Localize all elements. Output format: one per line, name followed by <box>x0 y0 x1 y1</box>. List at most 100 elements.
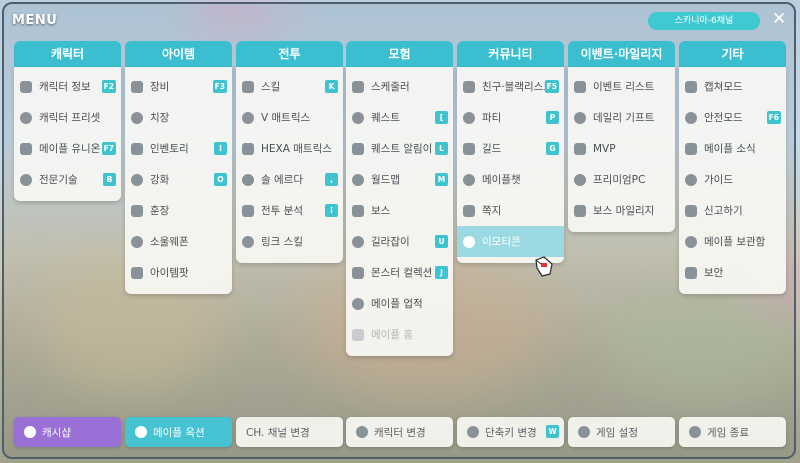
menu-item-label: 훈장 <box>150 205 170 217</box>
menu-item[interactable]: 퀘스트 [ <box>346 102 453 133</box>
menu-item[interactable]: 치장 <box>125 102 232 133</box>
bottom-button[interactable]: 게임 설정 <box>568 417 675 447</box>
menu-item-label: 신고하기 <box>704 205 743 217</box>
menu-column: 기타캡쳐모드안전모드 F6 메이플 소식가이드신고하기메이플 보관함 보안 <box>679 41 786 294</box>
menu-item[interactable]: 보안 <box>679 257 786 288</box>
column-header[interactable]: 전투 <box>236 41 343 67</box>
menu-item[interactable]: 메이플챗 <box>457 164 564 195</box>
hotkey-badge: J <box>435 266 448 279</box>
menu-item-label: 장비 <box>150 81 170 93</box>
menu-item-label: 인벤토리 <box>150 143 189 155</box>
menu-item[interactable]: 스킬 K <box>236 71 343 102</box>
security-icon <box>685 266 697 279</box>
menu-item[interactable]: 보스 마일리지 <box>568 195 675 226</box>
menu-item[interactable]: 캐릭터 프리셋 <box>14 102 121 133</box>
menu-item[interactable]: 스케줄러 <box>346 71 453 102</box>
menu-item[interactable]: 몬스터 컬렉션 J <box>346 257 453 288</box>
bottom-button[interactable]: 게임 종료 <box>679 417 786 447</box>
hotkey-badge: W <box>546 425 559 438</box>
column-body: 스케줄러 퀘스트 [퀘스트 알림이 L 월드맵 M 보스 길라잡이 U 몬스터 컬렉션 J 메이플 업… <box>346 67 453 356</box>
menu-item-label: 가이드 <box>704 174 733 186</box>
hotkey-badge: O <box>214 173 227 186</box>
column-header[interactable]: 캐릭터 <box>14 41 121 67</box>
menu-item[interactable]: 안전모드 F6 <box>679 102 786 133</box>
menu-item[interactable]: 아이템팟 <box>125 257 232 288</box>
menu-item[interactable]: HEXA 매트릭스 <box>236 133 343 164</box>
bottom-button-label: 단축키 변경 <box>485 426 537 439</box>
menu-item[interactable]: 솔 에르다, <box>236 164 343 195</box>
column-header[interactable]: 이벤트·마일리지 <box>568 41 675 67</box>
hotkey-badge: F6 <box>766 111 781 124</box>
menu-item-label: 이모티콘 <box>482 236 521 248</box>
user-icon <box>20 80 32 93</box>
menu-item-label: 메이플챗 <box>482 174 521 186</box>
bulb2-icon <box>352 142 364 155</box>
menu-item[interactable]: 강화 O <box>125 164 232 195</box>
preset-icon <box>20 111 32 124</box>
collection-icon <box>352 266 364 279</box>
hotkey-badge: F2 <box>101 80 116 93</box>
menu-item[interactable]: 길드 G <box>457 133 564 164</box>
bottom-button[interactable]: 단축키 변경 W <box>457 417 564 447</box>
v-icon <box>242 111 254 124</box>
menu-item-label: 친구·블랙리스트 <box>482 81 553 93</box>
bottom-button[interactable]: CH. 채널 변경 <box>236 417 343 447</box>
channel-badge[interactable]: 스카니아-6채널 <box>648 12 760 30</box>
menu-item[interactable]: 소울웨폰 <box>125 226 232 257</box>
menu-item[interactable]: 전문기술 B <box>14 164 121 195</box>
menu-item-label: MVP <box>593 142 616 155</box>
menu-item[interactable]: 친구·블랙리스트 F5 <box>457 71 564 102</box>
menu-item[interactable]: 퀘스트 알림이 L <box>346 133 453 164</box>
column-body: 캐릭터 정보 F2 캐릭터 프리셋메이플 유니온 F7 전문기술 B <box>14 67 121 201</box>
menu-item[interactable]: 월드맵 M <box>346 164 453 195</box>
map-icon <box>352 173 364 186</box>
menu-item[interactable]: 장비 F3 <box>125 71 232 102</box>
warning-icon <box>685 204 697 217</box>
column-header[interactable]: 커뮤니티 <box>457 41 564 67</box>
menu-item[interactable]: MVP <box>568 133 675 164</box>
menu-item-label: 캡쳐모드 <box>704 81 743 93</box>
menu-item-label: 캐릭터 프리셋 <box>39 112 101 124</box>
calendar-icon <box>574 111 586 124</box>
menu-item[interactable]: 전투 분석 i <box>236 195 343 226</box>
menu-item[interactable]: 인벤토리 I <box>125 133 232 164</box>
menu-item[interactable]: 메이플 유니온 F7 <box>14 133 121 164</box>
menu-item[interactable]: 캡쳐모드 <box>679 71 786 102</box>
bottom-button[interactable]: 캐릭터 변경 <box>346 417 453 447</box>
column-header[interactable]: 모험 <box>346 41 453 67</box>
hotkey-badge: F5 <box>544 80 559 93</box>
menu-item[interactable]: 가이드 <box>679 164 786 195</box>
menu-item[interactable]: 이벤트 리스트 <box>568 71 675 102</box>
close-icon[interactable]: ✕ <box>772 9 786 29</box>
menu-item[interactable]: 링크 스킬 <box>236 226 343 257</box>
menu-item[interactable]: 보스 <box>346 195 453 226</box>
menu-item[interactable]: 훈장 <box>125 195 232 226</box>
menu-item[interactable]: 파티 P <box>457 102 564 133</box>
menu-item[interactable]: V 매트릭스 <box>236 102 343 133</box>
menu-item[interactable]: 프리미엄PC <box>568 164 675 195</box>
menu-item[interactable]: 메이플 보관함 <box>679 226 786 257</box>
menu-item-label: 링크 스킬 <box>261 236 303 248</box>
menu-item[interactable]: 데일리 기프트 <box>568 102 675 133</box>
sword-icon <box>131 80 143 93</box>
column-header[interactable]: 기타 <box>679 41 786 67</box>
menu-column: 모험 스케줄러 퀘스트 [퀘스트 알림이 L 월드맵 M 보스 길라잡이 U 몬스터 컬렉션 J 메이플… <box>346 41 453 356</box>
menu-item[interactable]: 길라잡이 U <box>346 226 453 257</box>
menu-item-label: 소울웨폰 <box>150 236 189 248</box>
menu-item[interactable]: 메이플 소식 <box>679 133 786 164</box>
menu-item[interactable]: 이모티콘 <box>457 226 564 257</box>
menu-item[interactable]: 신고하기 <box>679 195 786 226</box>
menu-item[interactable]: 쪽지 <box>457 195 564 226</box>
menu-column: 캐릭터캐릭터 정보 F2 캐릭터 프리셋메이플 유니온 F7 전문기술 B <box>14 41 121 201</box>
bottom-button[interactable]: 메이플 옥션 <box>125 417 232 447</box>
menu-item-label: 캐릭터 정보 <box>39 81 91 93</box>
menu-item-label: 데일리 기프트 <box>593 112 655 124</box>
menu-item[interactable]: 캐릭터 정보 F2 <box>14 71 121 102</box>
bottom-button[interactable]: 캐시샵 <box>14 417 121 447</box>
news-icon <box>685 142 697 155</box>
column-body: 캡쳐모드안전모드 F6 메이플 소식가이드신고하기메이플 보관함 보안 <box>679 67 786 294</box>
schedule-icon <box>352 80 364 93</box>
menu-item[interactable]: 메이플 업적 <box>346 288 453 319</box>
bag-icon <box>131 142 143 155</box>
column-header[interactable]: 아이템 <box>125 41 232 67</box>
